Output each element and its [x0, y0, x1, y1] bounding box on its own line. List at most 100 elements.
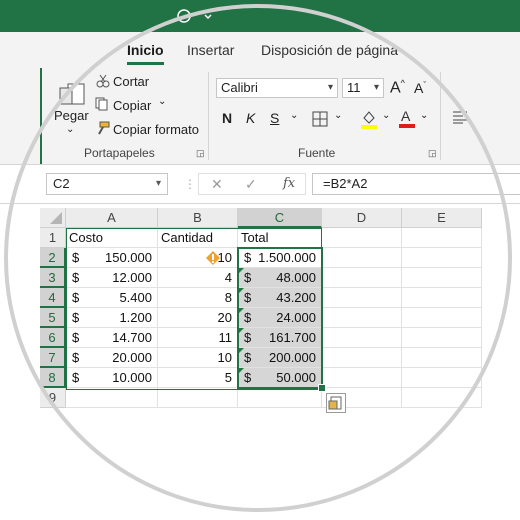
row-header-5[interactable]: 5: [40, 308, 66, 328]
cell-a8[interactable]: $10.000: [66, 368, 158, 388]
tab-disposicion-de-pagina[interactable]: Disposición de página: [261, 42, 398, 58]
cell-a4[interactable]: $5.400: [66, 288, 158, 308]
cell-d7[interactable]: [322, 348, 402, 368]
cell-d8[interactable]: [322, 368, 402, 388]
cut-button[interactable]: Cortar: [113, 74, 149, 89]
cell-d4[interactable]: [322, 288, 402, 308]
paste-label[interactable]: Pegar: [54, 108, 89, 123]
italic-button[interactable]: K: [246, 110, 255, 126]
cell-b3[interactable]: 4: [158, 268, 238, 288]
tab-inicio[interactable]: Inicio: [127, 42, 164, 65]
paste-options-icon[interactable]: [326, 393, 346, 413]
cell-e5[interactable]: [402, 308, 482, 328]
cell-d6[interactable]: [322, 328, 402, 348]
clipboard-launcher-icon[interactable]: ◲: [196, 148, 205, 159]
row-header-4[interactable]: 4: [40, 288, 66, 308]
cell-a5[interactable]: $1.200: [66, 308, 158, 328]
cell-c7[interactable]: $200.000: [238, 348, 322, 368]
cell-e3[interactable]: [402, 268, 482, 288]
borders-icon[interactable]: [312, 111, 328, 130]
column-header-d[interactable]: D: [322, 208, 402, 228]
row-header-1[interactable]: 1: [40, 228, 66, 248]
cell-a9[interactable]: [66, 388, 158, 408]
cell-a7[interactable]: $20.000: [66, 348, 158, 368]
name-box[interactable]: C2 ▾: [46, 173, 168, 195]
row-header-7[interactable]: 7: [40, 348, 66, 368]
cell-a1[interactable]: Costo: [66, 228, 158, 248]
copy-dropdown-icon[interactable]: ⌄: [158, 96, 166, 107]
cell-e2[interactable]: [402, 248, 482, 268]
bold-button[interactable]: N: [222, 110, 232, 126]
cell-d1[interactable]: [322, 228, 402, 248]
cell-b6[interactable]: 11: [158, 328, 238, 348]
tab-insertar[interactable]: Insertar: [187, 42, 234, 58]
row-header-3[interactable]: 3: [40, 268, 66, 288]
column-header-a[interactable]: A: [66, 208, 158, 228]
cell-e6[interactable]: [402, 328, 482, 348]
copy-icon[interactable]: [95, 97, 109, 114]
formula-input[interactable]: =B2*A2: [312, 173, 520, 195]
cell-c9[interactable]: [238, 388, 322, 408]
row-header-2[interactable]: 2: [40, 248, 66, 268]
cell-b2[interactable]: 10: [158, 248, 238, 268]
font-color-icon[interactable]: A: [398, 108, 416, 131]
enter-icon[interactable]: ✓: [245, 176, 257, 193]
warning-icon[interactable]: [205, 250, 221, 266]
format-painter-button[interactable]: Copiar formato: [113, 122, 199, 137]
font-launcher-icon[interactable]: ◲: [428, 148, 437, 159]
cell-e8[interactable]: [402, 368, 482, 388]
cell-e9[interactable]: [402, 388, 482, 408]
cell-c6[interactable]: $161.700: [238, 328, 322, 348]
align-icon[interactable]: [452, 110, 468, 127]
select-all-corner[interactable]: [40, 208, 66, 228]
cell-d2[interactable]: [322, 248, 402, 268]
cell-c1[interactable]: Total: [238, 228, 322, 248]
cut-icon[interactable]: [96, 74, 110, 91]
copy-button[interactable]: Copiar: [113, 98, 151, 113]
cell-a3[interactable]: $12.000: [66, 268, 158, 288]
column-header-e[interactable]: E: [402, 208, 482, 228]
font-size-combo[interactable]: 11 ▾: [342, 78, 384, 98]
paste-dropdown-icon[interactable]: ⌄: [66, 124, 74, 135]
cell-a2[interactable]: $150.000: [66, 248, 158, 268]
column-header-b[interactable]: B: [158, 208, 238, 228]
cell-b4[interactable]: 8: [158, 288, 238, 308]
quick-access-dropdown-icon[interactable]: [202, 8, 214, 24]
row-header-6[interactable]: 6: [40, 328, 66, 348]
column-header-c[interactable]: C: [238, 208, 322, 228]
row-header-9[interactable]: 9: [40, 388, 66, 408]
cell-d3[interactable]: [322, 268, 402, 288]
underline-button[interactable]: S: [270, 110, 279, 126]
increase-font-size-icon[interactable]: A^: [390, 78, 405, 97]
cell-d5[interactable]: [322, 308, 402, 328]
cell-c2[interactable]: $1.500.000: [238, 248, 322, 268]
cell-c3[interactable]: $48.000: [238, 268, 322, 288]
cell-b5[interactable]: 20: [158, 308, 238, 328]
clipboard-group-label: Portapapeles: [84, 146, 155, 160]
fill-color-icon[interactable]: [360, 109, 378, 132]
cell-e7[interactable]: [402, 348, 482, 368]
paste-button[interactable]: [56, 82, 86, 109]
cell-e4[interactable]: [402, 288, 482, 308]
cell-c8[interactable]: $50.000: [238, 368, 322, 388]
cancel-icon[interactable]: ✕: [211, 176, 223, 193]
format-painter-icon[interactable]: [94, 121, 110, 138]
decrease-font-size-icon[interactable]: Aˇ: [414, 80, 426, 96]
insert-function-button[interactable]: fx: [283, 176, 295, 191]
cell-b7[interactable]: 10: [158, 348, 238, 368]
cell-c5[interactable]: $24.000: [238, 308, 322, 328]
fill-color-dropdown-icon[interactable]: ⌄: [382, 110, 390, 121]
fill-handle[interactable]: [318, 384, 326, 392]
row-header-8[interactable]: 8: [40, 368, 66, 388]
borders-dropdown-icon[interactable]: ⌄: [334, 110, 342, 121]
cell-b1[interactable]: Cantidad: [158, 228, 238, 248]
cell-e1[interactable]: [402, 228, 482, 248]
cell-c4[interactable]: $43.200: [238, 288, 322, 308]
underline-dropdown-icon[interactable]: ⌄: [290, 110, 298, 121]
cell-b8[interactable]: 5: [158, 368, 238, 388]
cell-a6[interactable]: $14.700: [66, 328, 158, 348]
font-color-dropdown-icon[interactable]: ⌄: [420, 110, 428, 121]
autosave-icon[interactable]: [176, 8, 192, 27]
font-name-combo[interactable]: Calibri ▾: [216, 78, 338, 98]
cell-b9[interactable]: [158, 388, 238, 408]
